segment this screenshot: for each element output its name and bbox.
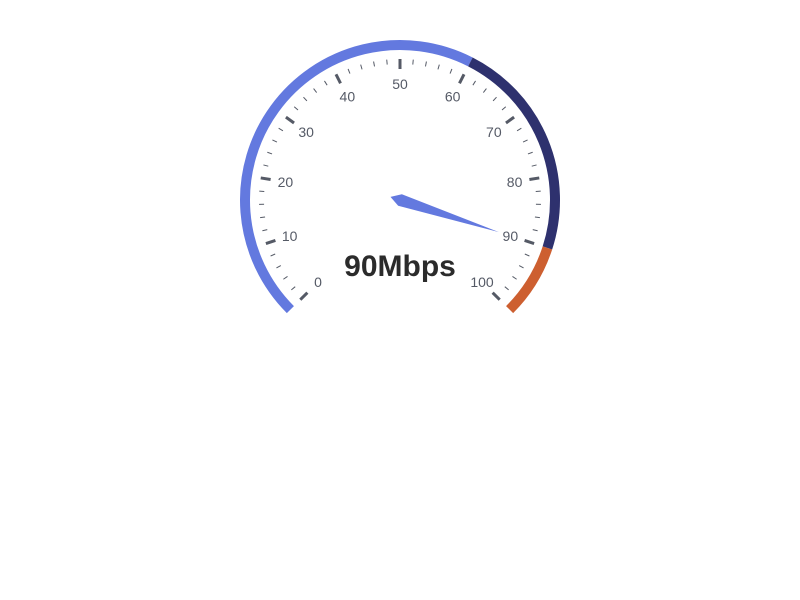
gauge-tick-label: 0 [314,274,322,290]
gauge-minor-tick [492,96,497,102]
gauge-band-1 [468,57,560,250]
gauge-minor-tick [313,88,318,93]
gauge-minor-tick [472,80,476,86]
gauge-minor-tick [270,253,276,257]
gauge-major-tick [491,291,501,301]
gauge-major-tick [524,239,535,245]
gauge-minor-tick [373,61,376,67]
gauge-tick-label: 60 [445,89,461,105]
gauge-minor-tick [262,229,268,232]
gauge-minor-tick [524,253,530,257]
gauge-major-tick [285,115,295,125]
gauge-tick-label: 80 [507,174,523,190]
gauge-minor-tick [534,216,540,219]
gauge-minor-tick [291,286,296,291]
gauge-minor-tick [512,276,517,280]
gauge-minor-tick [531,164,537,167]
gauge-minor-tick [347,68,351,74]
gauge-tick-label: 20 [278,174,294,190]
gauge-minor-tick [522,139,528,143]
gauge-svg: 0 10 20 30 40 50 60 70 80 90 100 90Mbps [240,40,560,314]
gauge-tick-label: 70 [486,124,502,140]
gauge-major-tick [260,176,271,181]
gauge-major-tick [505,115,515,125]
gauge-minor-tick [424,61,427,67]
gauge-tick-label: 10 [282,228,298,244]
gauge-major-tick [299,291,309,301]
gauge-major-tick [529,176,540,181]
gauge-minor-tick [360,64,363,70]
gauge-minor-tick [263,164,269,167]
gauge-tick-label: 100 [470,274,494,290]
gauge-minor-tick [527,151,533,155]
gauge-tick-label: 30 [298,124,314,140]
gauge-minor-tick [449,68,453,74]
gauge-minor-tick [260,216,266,219]
gauge-minor-tick [283,276,288,280]
gauge-value-label: 90Mbps [344,250,456,283]
speed-gauge: 0 10 20 30 40 50 60 70 80 90 100 90Mbps [0,0,800,600]
gauge-minor-tick [278,127,284,132]
gauge-minor-tick [276,265,282,269]
gauge-minor-tick [518,265,524,269]
gauge-minor-tick [501,106,507,111]
gauge-tick-label: 90 [503,228,519,244]
gauge-minor-tick [504,286,509,291]
gauge-minor-tick [267,151,273,155]
gauge-minor-tick [437,64,440,70]
gauge-minor-tick [324,80,328,86]
gauge-minor-tick [532,229,538,232]
gauge-minor-tick [516,127,522,132]
gauge-major-tick [334,73,342,84]
gauge-tick-label: 50 [392,76,408,92]
gauge-tick-label: 40 [340,89,356,105]
gauge-minor-tick [482,88,487,93]
gauge-major-tick [265,239,276,245]
gauge-minor-tick [293,106,299,111]
gauge-pointer-needle [390,194,499,233]
gauge-pointer-group [390,194,499,233]
gauge-minor-tick [303,96,308,102]
gauge-minor-tick [272,139,278,143]
gauge-major-tick [458,73,466,84]
